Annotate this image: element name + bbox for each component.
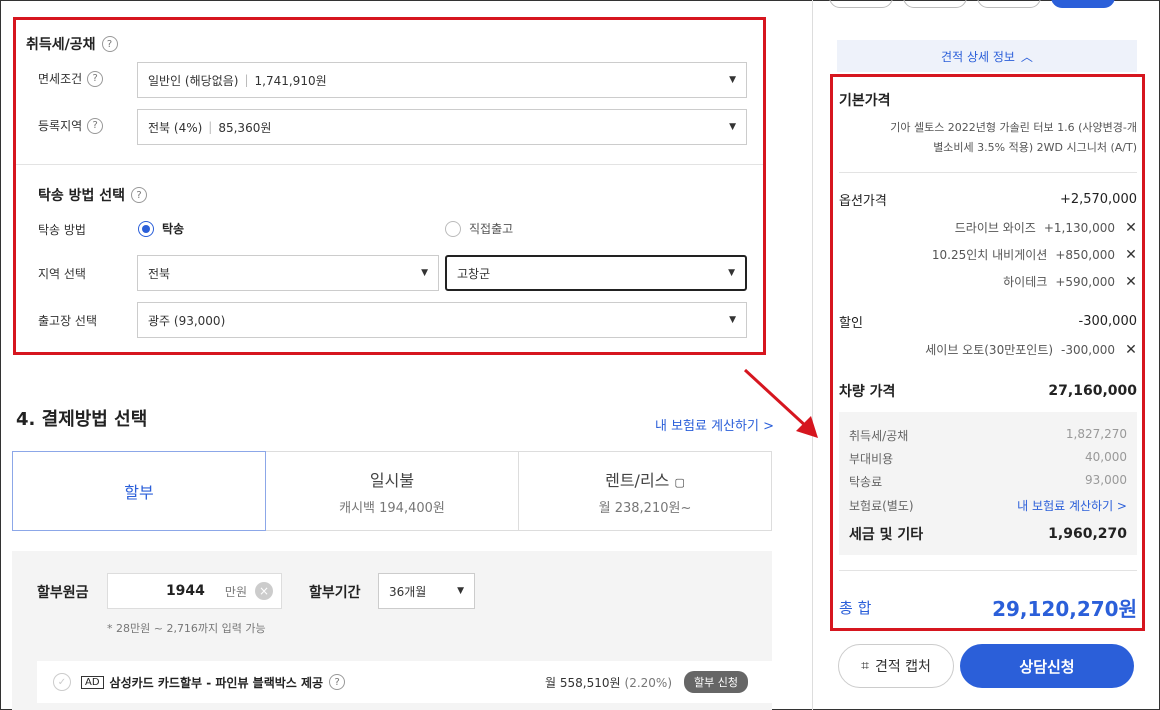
annotation-arrow	[743, 368, 818, 438]
